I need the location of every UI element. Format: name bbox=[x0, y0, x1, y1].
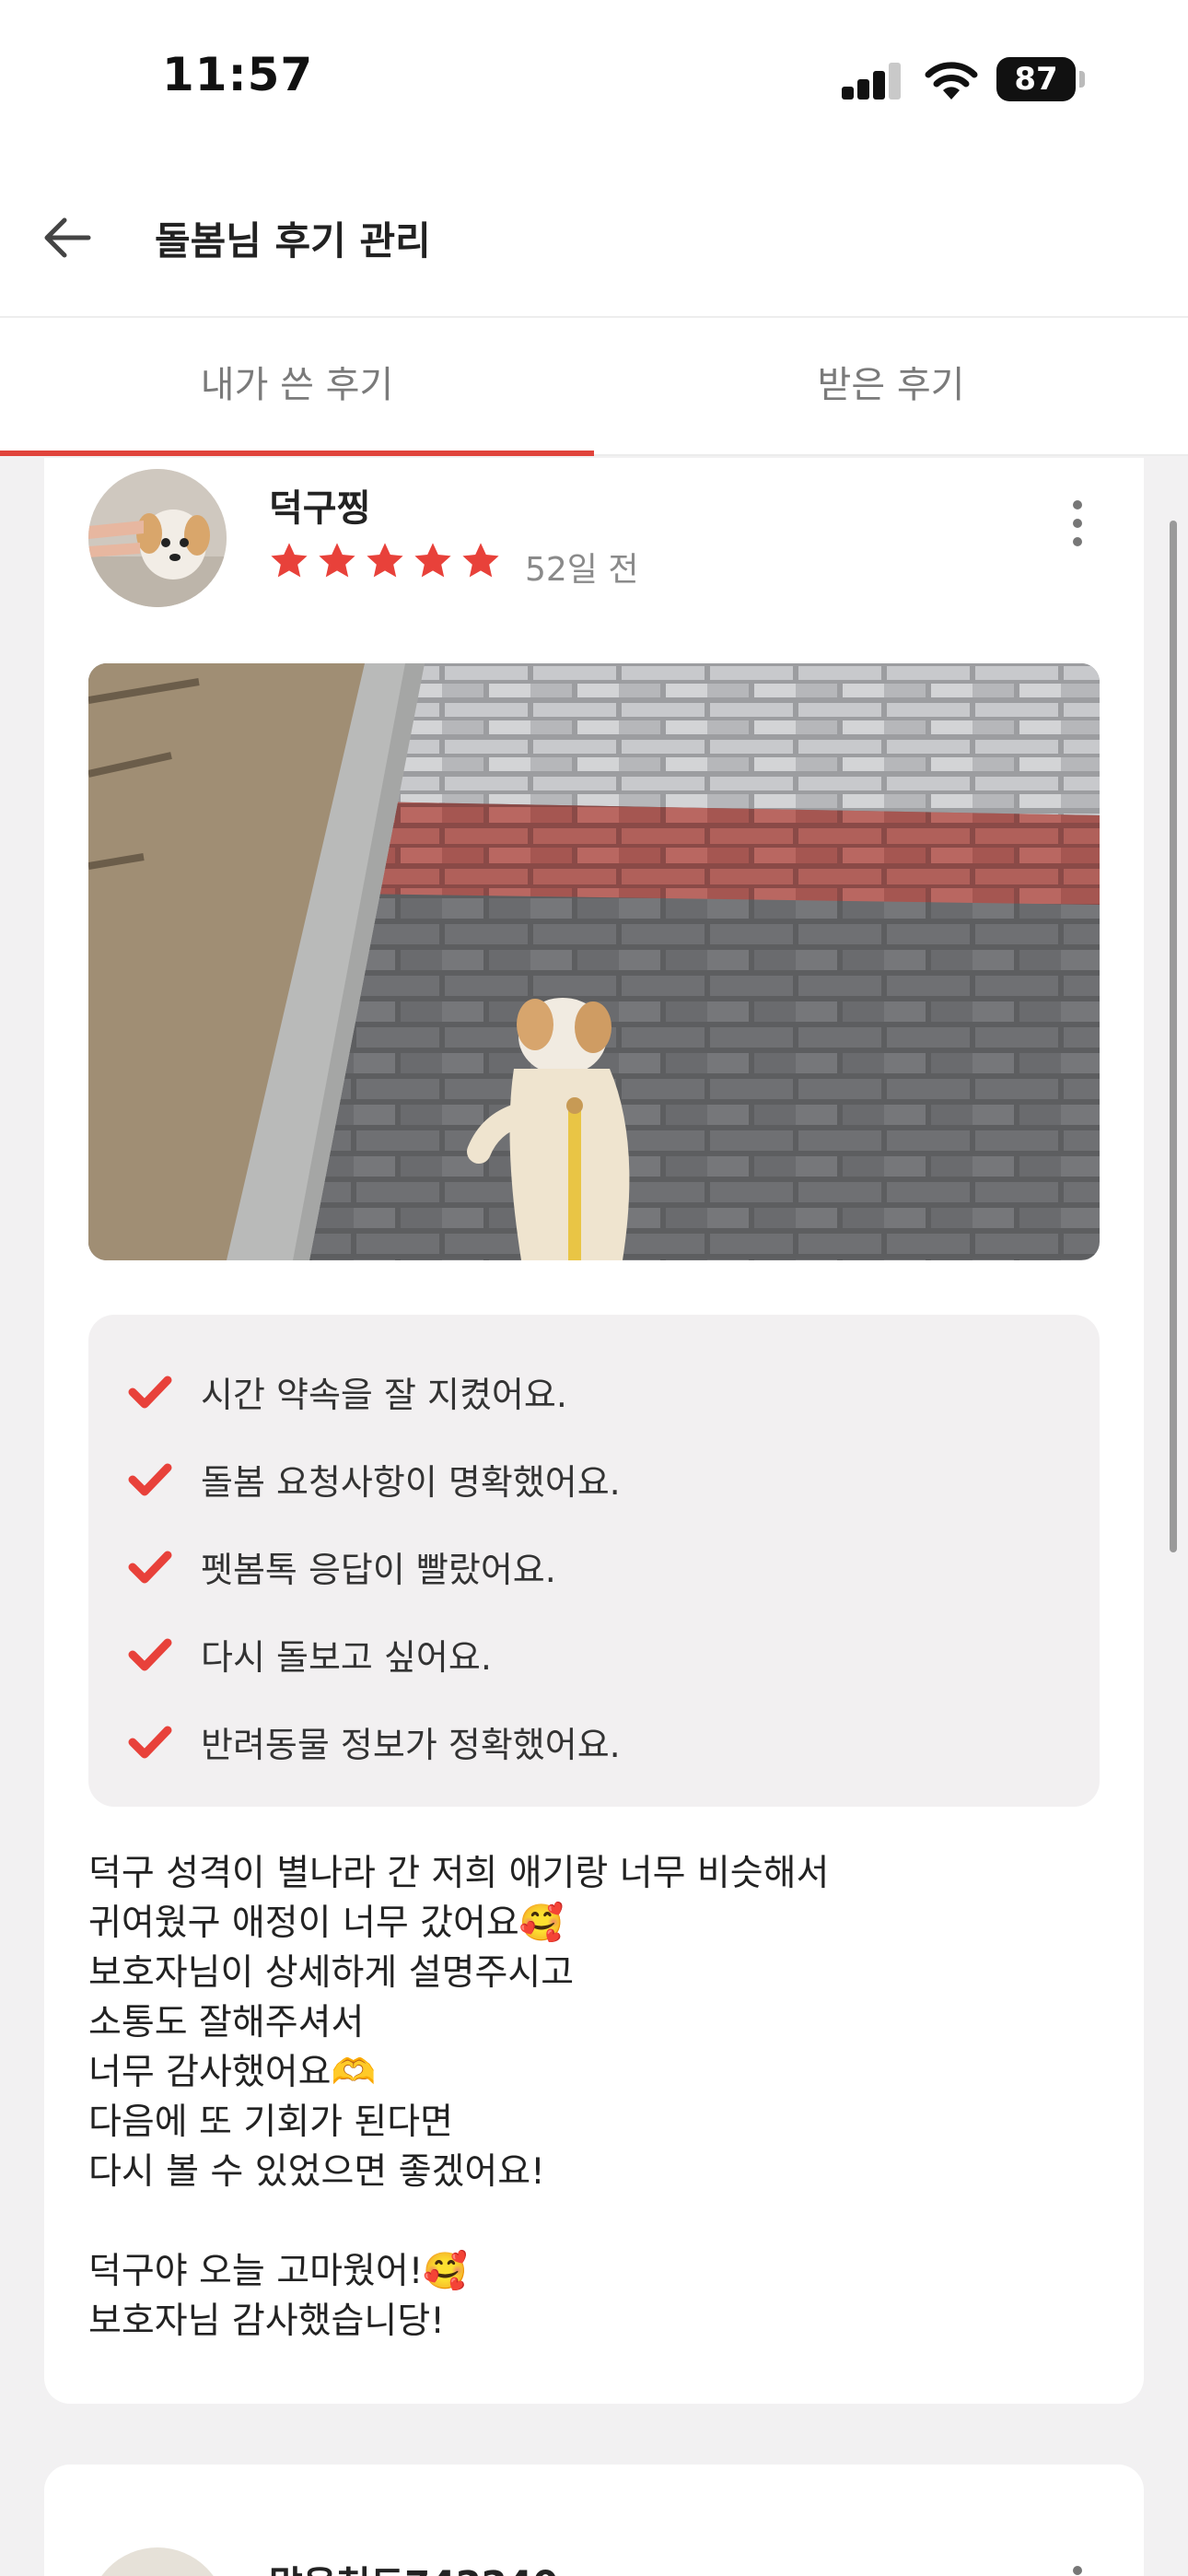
review-checklist: 시간 약속을 잘 지켰어요. 돌봄 요청사항이 명확했어요. 펫봄톡 응답이 빨… bbox=[88, 1315, 1100, 1807]
status-time: 11:57 bbox=[162, 48, 314, 101]
review-card: 말음천도742240 bbox=[44, 2465, 1144, 2576]
reviewer-name: 덕구찡 bbox=[269, 487, 371, 530]
checklist-item: 반려동물 정보가 정확했어요. bbox=[127, 1698, 1100, 1786]
check-icon bbox=[128, 1551, 172, 1583]
checklist-item: 시간 약속을 잘 지켰어요. bbox=[127, 1348, 1100, 1435]
star-icon bbox=[414, 543, 451, 578]
tab-received-reviews[interactable]: 받은 후기 bbox=[594, 318, 1188, 454]
review-list[interactable]: 덕구찡 52일 전 시간 약속을 잘 지켰어요. 돌봄 요청사항이 명확했어요.… bbox=[0, 458, 1188, 2576]
checklist-item-label: 펫봄톡 응답이 빨랐어요. bbox=[201, 1550, 556, 1590]
more-options-button[interactable] bbox=[1059, 2566, 1096, 2576]
reviewer-avatar[interactable] bbox=[88, 469, 227, 607]
scrollbar[interactable] bbox=[1170, 521, 1177, 1552]
reviewer-name: 말음천도742240 bbox=[269, 2555, 558, 2576]
review-photo[interactable] bbox=[88, 663, 1100, 1260]
check-icon bbox=[128, 1463, 172, 1495]
checklist-item-label: 시간 약속을 잘 지켰어요. bbox=[201, 1375, 567, 1415]
review-tabs: 내가 쓴 후기 받은 후기 bbox=[0, 318, 1188, 456]
reviewer-avatar[interactable] bbox=[88, 2547, 227, 2576]
app-header: 돌봄님 후기 관리 bbox=[0, 157, 1188, 318]
status-bar: 11:57 87 bbox=[0, 0, 1188, 157]
app: 11:57 87 돌봄님 후기 관리 내가 쓴 후기 받은 후기 덕구찡 52일… bbox=[0, 0, 1188, 2576]
checklist-item: 다시 돌보고 싶어요. bbox=[127, 1610, 1100, 1698]
review-body-text: 덕구 성격이 별나라 간 저희 애기랑 너무 비슷해서 귀여웠구 애정이 너무 … bbox=[88, 1853, 830, 2342]
tab-written-reviews[interactable]: 내가 쓴 후기 bbox=[0, 318, 594, 456]
page-title: 돌봄님 후기 관리 bbox=[155, 218, 431, 263]
checklist-item: 펫봄톡 응답이 빨랐어요. bbox=[127, 1523, 1100, 1610]
review-card: 덕구찡 52일 전 시간 약속을 잘 지켰어요. 돌봄 요청사항이 명확했어요.… bbox=[44, 458, 1144, 2404]
star-icon bbox=[319, 543, 355, 578]
more-vertical-icon bbox=[1073, 500, 1082, 509]
more-options-button[interactable] bbox=[1059, 491, 1096, 556]
check-icon bbox=[128, 1638, 172, 1670]
checklist-item-label: 다시 돌보고 싶어요. bbox=[201, 1637, 492, 1678]
star-rating bbox=[267, 539, 503, 583]
dog-avatar-image bbox=[88, 469, 227, 607]
battery-level: 87 bbox=[1014, 61, 1058, 98]
battery-icon: 87 bbox=[996, 57, 1085, 101]
wifi-icon bbox=[925, 62, 978, 100]
dog-walk-photo bbox=[88, 663, 1100, 1260]
back-button[interactable] bbox=[33, 205, 99, 271]
star-icon bbox=[462, 543, 499, 578]
cellular-signal-icon bbox=[842, 63, 903, 100]
checklist-item-label: 돌봄 요청사항이 명확했어요. bbox=[201, 1462, 621, 1503]
checklist-item-label: 반려동물 정보가 정확했어요. bbox=[201, 1725, 621, 1765]
star-icon bbox=[367, 543, 403, 578]
check-icon bbox=[128, 1726, 172, 1758]
star-icon bbox=[271, 543, 308, 578]
review-date: 52일 전 bbox=[525, 551, 639, 589]
checklist-item: 돌봄 요청사항이 명확했어요. bbox=[127, 1435, 1100, 1523]
arrow-left-icon bbox=[44, 217, 91, 258]
check-icon bbox=[128, 1376, 172, 1408]
more-vertical-icon bbox=[1073, 2566, 1082, 2575]
